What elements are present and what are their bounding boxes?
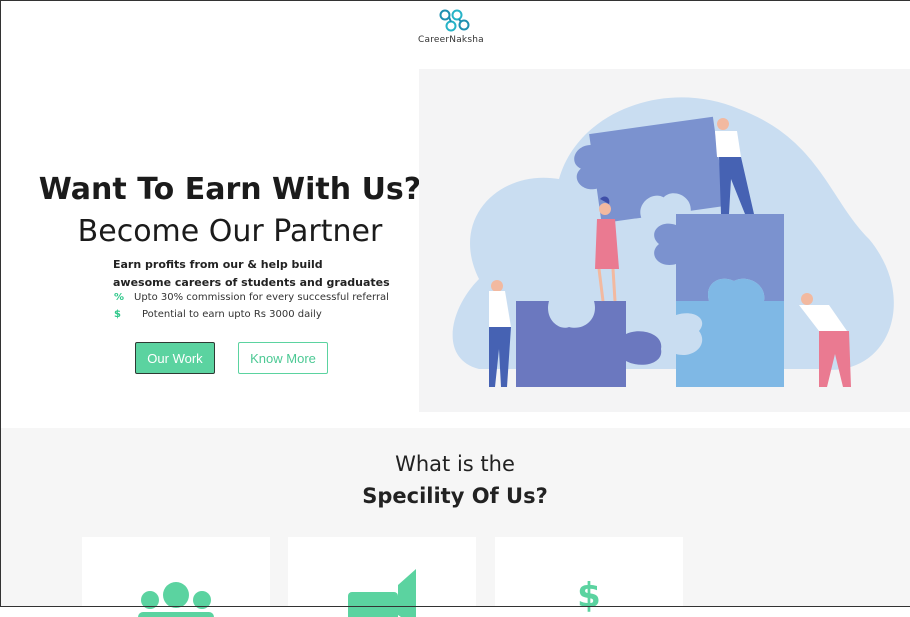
section-heading-line-2: Specility Of Us? [362,484,548,508]
percent-icon: % [114,292,125,303]
bullet-earnings: $ Potential to earn upto Rs 3000 daily [114,309,322,320]
hero-tagline: Earn profits from our & help build aweso… [113,256,390,292]
hero-illustration [419,69,910,412]
dollar-icon: $ [577,576,601,616]
feature-card-earnings[interactable]: $ [495,537,683,617]
tagline-line-1: Earn profits from our & help build [113,258,323,271]
bullet-text: Upto 30% commission for every successful… [134,292,389,303]
section-heading-line-1: What is the [395,452,515,476]
logo-icon [439,9,470,32]
svg-text:$: $ [577,576,601,616]
our-work-button[interactable]: Our Work [135,342,215,374]
megaphone-icon [348,569,416,617]
tagline-line-2: awesome careers of students and graduate… [113,276,390,289]
hero-title: Want To Earn With Us? [38,172,422,207]
feature-card-promotion[interactable] [288,537,476,617]
brand-logo[interactable]: CareerNaksha [418,8,496,48]
bullet-text: Potential to earn upto Rs 3000 daily [142,309,322,320]
bullet-commission: % Upto 30% commission for every successfu… [114,292,389,303]
hero-subtitle: Become Our Partner [77,214,383,249]
dollar-icon: $ [114,309,121,320]
know-more-button[interactable]: Know More [238,342,328,374]
brand-name: CareerNaksha [418,35,484,45]
specialty-section: What is the Specility Of Us? $ [0,428,910,617]
site-header: CareerNaksha [0,0,910,68]
puzzle-team-illustration [452,97,894,387]
feature-card-community[interactable] [82,537,270,617]
users-group-icon [138,582,214,617]
